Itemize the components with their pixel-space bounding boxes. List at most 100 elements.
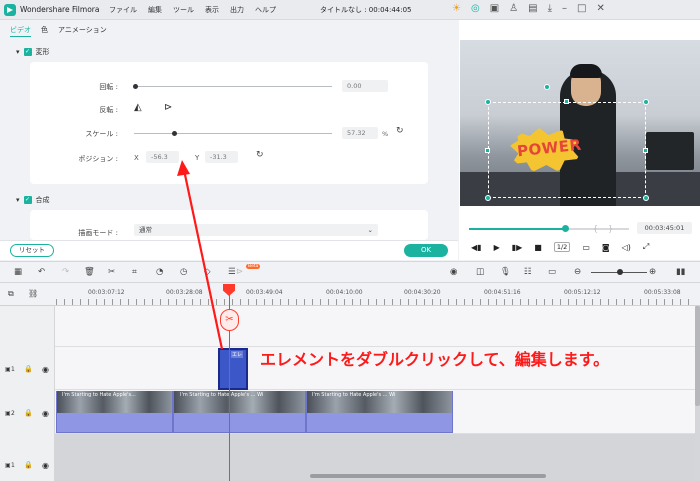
ruler-label: 00:04:30:20 bbox=[404, 289, 441, 296]
hair-image bbox=[570, 64, 602, 78]
gift-icon[interactable]: ▣ bbox=[490, 3, 499, 14]
speed-select[interactable]: 1/2 bbox=[553, 242, 571, 252]
document-title: タイトルなし : 00:04:44:05 bbox=[320, 6, 412, 14]
lock-icon[interactable]: 🔒 bbox=[24, 365, 33, 373]
position-reset-icon[interactable]: ↻ bbox=[256, 150, 264, 160]
snapshot-icon[interactable]: ◙ bbox=[602, 243, 610, 252]
scale-reset-icon[interactable]: ↻ bbox=[396, 126, 404, 136]
resize-handle[interactable] bbox=[643, 195, 649, 201]
headset-icon[interactable]: ◎ bbox=[471, 3, 480, 14]
vertical-scrollbar[interactable] bbox=[695, 306, 700, 406]
volume-icon[interactable]: ◁) bbox=[622, 243, 631, 252]
position-y-field[interactable]: -31.3 bbox=[205, 151, 238, 163]
flip-horizontal-icon[interactable]: ◭ bbox=[134, 102, 142, 113]
menu-export[interactable]: 出力 bbox=[230, 5, 244, 15]
maximize-icon[interactable]: □ bbox=[577, 3, 586, 14]
scale-slider-knob[interactable] bbox=[171, 131, 177, 136]
next-frame-icon[interactable]: ▮▶ bbox=[512, 243, 523, 252]
filmora-logo-icon bbox=[4, 4, 16, 16]
eye-icon[interactable]: ◉ bbox=[42, 409, 49, 418]
preview-video[interactable]: POWER bbox=[460, 40, 700, 206]
cut-icon[interactable]: ✂ bbox=[108, 267, 115, 277]
scale-value-field[interactable]: 57.32 bbox=[342, 127, 378, 139]
split-scissors-icon[interactable]: ✂ bbox=[220, 309, 239, 331]
download-icon[interactable]: ⤓ bbox=[548, 3, 552, 14]
resize-handle[interactable] bbox=[643, 99, 649, 105]
selection-box[interactable] bbox=[488, 102, 646, 198]
tab-video[interactable]: ビデオ bbox=[10, 25, 31, 37]
save-icon[interactable]: ▤ bbox=[528, 3, 537, 14]
scale-slider[interactable] bbox=[134, 133, 332, 134]
transform-section-header[interactable]: ▾ ✓ 変形 bbox=[16, 47, 50, 57]
timer-icon[interactable]: ◷ bbox=[180, 267, 187, 277]
lock-icon[interactable]: 🔒 bbox=[24, 461, 33, 469]
delete-icon[interactable]: 🗑 bbox=[84, 267, 95, 277]
pause-icon[interactable]: ▮▮ bbox=[676, 267, 685, 277]
menu-tools[interactable]: ツール bbox=[173, 5, 194, 15]
microphone-icon[interactable]: 🎙 bbox=[500, 267, 511, 277]
resize-handle[interactable] bbox=[485, 99, 491, 105]
composite-checkbox[interactable]: ✓ bbox=[23, 196, 32, 204]
user-icon[interactable]: ♙ bbox=[509, 3, 518, 14]
rotate-slider[interactable] bbox=[134, 86, 332, 87]
tab-color[interactable]: 色 bbox=[41, 25, 48, 38]
position-x-field[interactable]: -56.3 bbox=[146, 151, 179, 163]
keyframe-icon[interactable]: ◇ bbox=[204, 267, 211, 277]
link-icon[interactable]: ⛓ bbox=[28, 289, 38, 298]
adjust-icon[interactable]: ☰ bbox=[228, 267, 236, 277]
empty-track[interactable] bbox=[55, 306, 695, 347]
flip-vertical-icon[interactable]: ⊳ bbox=[164, 102, 172, 113]
crop-icon[interactable]: ⌗ bbox=[132, 267, 137, 277]
marker-icon[interactable]: ◫ bbox=[476, 267, 484, 277]
rotate-slider-knob[interactable] bbox=[133, 84, 138, 89]
mark-in-out-icon[interactable]: {} bbox=[593, 224, 623, 233]
timeline-ruler[interactable]: ⧉ ⛓ 00:03:07:12 00:03:28:08 00:03:49:04 … bbox=[0, 284, 700, 306]
tab-animation[interactable]: アニメーション bbox=[58, 25, 107, 38]
menu-view[interactable]: 表示 bbox=[205, 5, 219, 15]
rotate-handle[interactable] bbox=[544, 84, 550, 90]
monitor-icon[interactable]: ▭ bbox=[582, 243, 590, 252]
progress-knob[interactable] bbox=[562, 225, 569, 232]
close-icon[interactable]: ✕ bbox=[596, 3, 604, 14]
annotation-text: エレメントをダブルクリックして、編集します。 bbox=[260, 350, 610, 369]
position-y-label: Y bbox=[195, 154, 200, 162]
eye-icon[interactable]: ◉ bbox=[42, 365, 49, 374]
collapse-arrow-icon[interactable]: ▾ bbox=[16, 48, 20, 56]
voiceover-icon[interactable]: ☷ bbox=[524, 267, 532, 277]
bulb-icon[interactable]: ☀ bbox=[452, 3, 461, 14]
timeline-toolbar: ▦ ↶ ↷ 🗑 ✂ ⌗ ◔ ◷ ◇ ☰ ⊳ Beta ◉ ◫ 🎙 ☷ ▭ ⊖ ⊕… bbox=[0, 261, 700, 283]
lock-icon[interactable]: 🔒 bbox=[24, 409, 33, 417]
menu-help[interactable]: ヘルプ bbox=[255, 5, 276, 15]
beta-badge: Beta bbox=[246, 264, 261, 269]
transform-checkbox[interactable]: ✓ bbox=[23, 48, 32, 56]
menu-edit[interactable]: 編集 bbox=[148, 5, 162, 15]
resize-handle[interactable] bbox=[485, 148, 490, 153]
horizontal-scrollbar[interactable] bbox=[310, 474, 546, 478]
eye-icon[interactable]: ◉ bbox=[42, 461, 49, 470]
rotate-value-field[interactable]: 0.00 bbox=[342, 80, 388, 92]
resize-handle[interactable] bbox=[564, 99, 569, 104]
render-icon[interactable]: ◉ bbox=[450, 267, 457, 277]
ruler-label: 00:05:33:08 bbox=[644, 289, 681, 296]
undo-icon[interactable]: ↶ bbox=[38, 267, 45, 277]
speed-icon[interactable]: ◔ bbox=[156, 267, 163, 277]
zoom-in-icon[interactable]: ⊕ bbox=[649, 267, 656, 277]
stop-icon[interactable]: ■ bbox=[534, 243, 542, 252]
resize-handle[interactable] bbox=[485, 195, 491, 201]
ok-button[interactable]: OK bbox=[404, 244, 448, 257]
minimize-icon[interactable]: – bbox=[562, 3, 567, 14]
collapse-arrow-icon[interactable]: ▾ bbox=[16, 196, 20, 204]
fullscreen-icon[interactable]: ⤢ bbox=[643, 242, 649, 252]
zoom-out-icon[interactable]: ⊖ bbox=[574, 267, 581, 277]
subtitle-icon[interactable]: ▭ bbox=[548, 267, 556, 277]
prev-frame-icon[interactable]: ◀▮ bbox=[471, 243, 482, 252]
resize-handle[interactable] bbox=[643, 148, 648, 153]
menu-file[interactable]: ファイル bbox=[109, 5, 137, 15]
blend-mode-select[interactable]: 通常 ⌄ bbox=[134, 224, 378, 236]
reset-button[interactable]: リセット bbox=[10, 244, 54, 257]
play-icon[interactable]: ▶ bbox=[494, 243, 500, 252]
zoom-slider-knob[interactable] bbox=[617, 269, 623, 275]
layout-icon[interactable]: ▦ bbox=[14, 267, 22, 277]
composite-section-header[interactable]: ▾ ✓ 合成 bbox=[16, 195, 50, 205]
add-track-icon[interactable]: ⧉ bbox=[8, 289, 14, 299]
